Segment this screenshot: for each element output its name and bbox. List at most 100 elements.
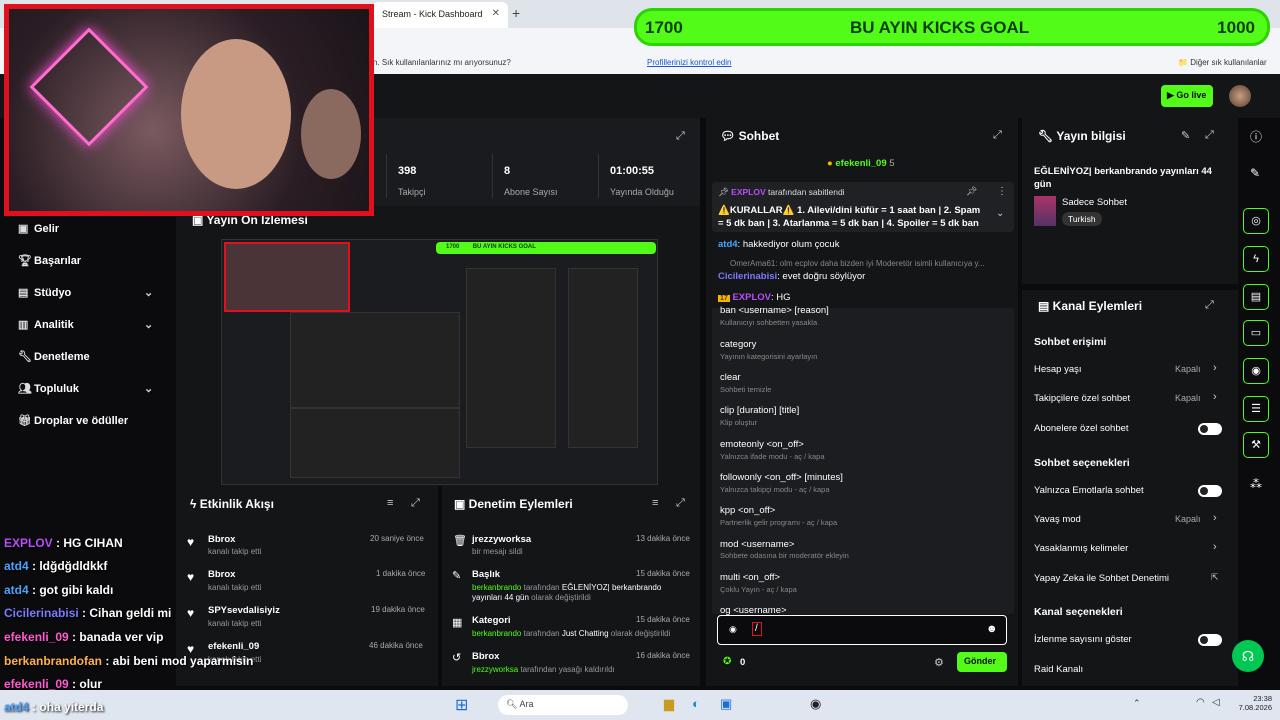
folder-icon[interactable]: ▆ xyxy=(664,696,674,712)
option-followers-only[interactable]: Takipçilere özel sohbet xyxy=(1034,393,1130,404)
wrench-icon[interactable]: ⚒ xyxy=(1243,432,1269,458)
edge-icon[interactable]: ◐ xyxy=(692,696,700,711)
command-item[interactable]: multi <on_off> xyxy=(720,572,780,583)
command-item[interactable]: followonly <on_off> [minutes] xyxy=(720,472,843,483)
channel-actions-title-label: Kanal Eylemleri xyxy=(1052,299,1143,313)
command-desc: Yalnızca ifade modu - aç / kapa xyxy=(720,452,825,461)
app-icon[interactable]: ◉ xyxy=(810,696,821,712)
close-tab-icon[interactable]: ✕ xyxy=(492,8,500,19)
command-item[interactable]: clip [duration] [title] xyxy=(720,405,799,416)
external-link-icon[interactable]: ⇱ xyxy=(1211,572,1219,583)
expand-icon[interactable]: ⤢ xyxy=(1205,129,1214,142)
mod-row-sub: berkanbrando tarafından EĞLENİYOZ| berka… xyxy=(472,583,662,602)
lightning-icon[interactable]: ϟ xyxy=(1243,246,1269,272)
command-item[interactable]: clear xyxy=(720,372,741,383)
chevron-down-icon[interactable]: ⌄ xyxy=(996,208,1004,219)
volume-icon[interactable]: ◁ xyxy=(1212,697,1220,708)
bookmark-profile-link[interactable]: Profillerinizi kontrol edin xyxy=(647,58,731,67)
unpin-icon[interactable]: 📌︎ xyxy=(966,186,977,197)
command-desc: Yalnızca takipçi modu - aç / kapa xyxy=(720,485,830,494)
shield-icon: ▣ xyxy=(454,497,469,511)
activity-title: ϟ Etkinlik Akışı xyxy=(190,497,274,511)
sidebar-item-analitik[interactable]: ▥ Analitik ⌄ xyxy=(18,318,153,331)
command-item[interactable]: kpp <on_off> xyxy=(720,505,775,516)
pencil-icon[interactable]: ✎ xyxy=(1250,166,1260,180)
expand-icon[interactable]: ⤢ xyxy=(676,130,685,143)
taskbar-clock[interactable]: 23:38 7.08.2026 xyxy=(1232,694,1272,712)
edit-icon[interactable]: ✎ xyxy=(1181,129,1190,142)
option-account-age[interactable]: Hesap yaşı xyxy=(1034,364,1082,375)
subscribers-only-toggle[interactable] xyxy=(1198,423,1222,435)
mod-row-sub: berkanbrando tarafından Just Chatting ol… xyxy=(472,629,671,638)
sidebar-item-denetleme[interactable]: 🔧︎ Denetleme xyxy=(18,350,90,363)
sidebar-item-gelir[interactable]: ▣ Gelir xyxy=(18,222,59,235)
activity-user: efekenli_09 xyxy=(208,641,260,652)
emote-only-toggle[interactable] xyxy=(1198,485,1222,497)
activity-time: 20 saniye önce xyxy=(370,534,424,543)
command-item[interactable]: emoteonly <on_off> xyxy=(720,439,804,450)
chevron-right-icon[interactable]: › xyxy=(1213,512,1217,524)
more-icon[interactable]: ⋮ xyxy=(997,186,1007,197)
option-banned-words[interactable]: Yasaklanmış kelimeler xyxy=(1034,543,1128,554)
command-desc: Sohbete odasına bir moderatör ekleyin xyxy=(720,551,849,560)
expand-icon[interactable]: ⤢ xyxy=(411,497,420,510)
command-item[interactable]: ban <username> [reason] xyxy=(720,305,829,316)
store-icon[interactable]: ▣ xyxy=(720,696,732,712)
new-tab-icon[interactable]: + xyxy=(512,5,520,21)
sidebar-item-topluluk[interactable]: 👥︎ Topluluk ⌄ xyxy=(18,382,153,395)
chat-bubble-icon[interactable]: ▭ xyxy=(1243,320,1269,346)
show-viewers-toggle[interactable] xyxy=(1198,634,1222,646)
overlay-chat-line: atd4 : ldğdğdldkkf xyxy=(4,559,108,573)
expand-icon[interactable]: ⤢ xyxy=(993,129,1002,142)
send-button[interactable]: Gönder xyxy=(957,652,1007,672)
heart-icon: ♥ xyxy=(187,606,195,620)
actions-icon: ▤ xyxy=(1038,299,1053,313)
filter-icon[interactable]: ≡ xyxy=(387,497,393,509)
stat-label: Abone Sayısı xyxy=(504,187,558,197)
heart-icon: ♥ xyxy=(187,535,195,549)
chat-input[interactable]: ◉ / ☻ xyxy=(717,615,1007,645)
sidebar-item-droplar[interactable]: 🎁︎ Droplar ve ödüller xyxy=(18,414,128,427)
studio-icon: ▤ xyxy=(18,287,29,299)
option-slow-mode[interactable]: Yavaş mod xyxy=(1034,514,1081,525)
go-live-label: Go live xyxy=(1176,90,1207,100)
sidebar-item-basarilar[interactable]: 🏆︎ Başarılar xyxy=(18,254,81,267)
avatar[interactable] xyxy=(1229,85,1251,107)
taskbar-search[interactable]: 🔍︎ Ara xyxy=(498,695,628,715)
command-item[interactable]: mod <username> xyxy=(720,539,794,550)
command-desc: Klip oluştur xyxy=(720,418,758,427)
chevron-right-icon[interactable]: › xyxy=(1213,362,1217,374)
other-favorites[interactable]: 📁 Diğer sık kullanılanlar xyxy=(1178,58,1267,67)
option-raid-channel[interactable]: Raid Kanalı xyxy=(1034,664,1083,675)
gear-icon[interactable]: ⚙ xyxy=(934,656,944,669)
preview-info xyxy=(568,268,638,448)
broadcast-icon[interactable]: ◉ xyxy=(1243,358,1269,384)
option-ai-moderation[interactable]: Yapay Zeka ile Sohbet Denetimi xyxy=(1034,573,1169,584)
sidebar-item-studyo[interactable]: ▤ Stüdyo ⌄ xyxy=(18,286,153,299)
camera-icon[interactable]: ◎ xyxy=(1243,208,1269,234)
nodes-icon[interactable]: ⁂ xyxy=(1250,477,1262,491)
chat-input-value: / xyxy=(752,622,762,636)
browser-tab[interactable]: Stream - Kick Dashboard ✕ xyxy=(372,2,508,28)
expand-icon[interactable]: ⤢ xyxy=(1205,299,1214,312)
list-icon[interactable]: ☰ xyxy=(1243,396,1269,422)
filter-icon[interactable]: ≡ xyxy=(652,497,658,509)
chevron-down-icon: ⌄ xyxy=(144,319,154,331)
tray-chevron-icon[interactable]: ⌃ xyxy=(1133,698,1141,709)
chevron-right-icon[interactable]: › xyxy=(1213,391,1217,403)
windows-start-icon[interactable]: ⊞ xyxy=(455,695,468,715)
support-button[interactable]: ☊ xyxy=(1232,640,1264,672)
chevron-right-icon[interactable]: › xyxy=(1213,541,1217,553)
command-item[interactable]: category xyxy=(720,339,756,350)
expand-icon[interactable]: ⤢ xyxy=(676,497,685,510)
wifi-icon[interactable]: ◠ xyxy=(1196,697,1205,708)
stream-preview[interactable]: 1700 BU AYIN KICKS GOAL xyxy=(221,239,658,485)
goal-left: 1700 xyxy=(645,18,683,37)
activity-time: 46 dakika önce xyxy=(369,641,423,650)
document-icon[interactable]: ▤ xyxy=(1243,284,1269,310)
emoji-icon[interactable]: ☻ xyxy=(986,623,998,635)
overlay-chat-line: Cicilerinabisi : Cihan geldi mi xyxy=(4,606,172,620)
go-live-button[interactable]: ▶ Go live xyxy=(1161,85,1213,107)
gift-icon: 🎁︎ xyxy=(18,415,32,427)
info-icon[interactable]: ⓘ xyxy=(1250,128,1262,145)
